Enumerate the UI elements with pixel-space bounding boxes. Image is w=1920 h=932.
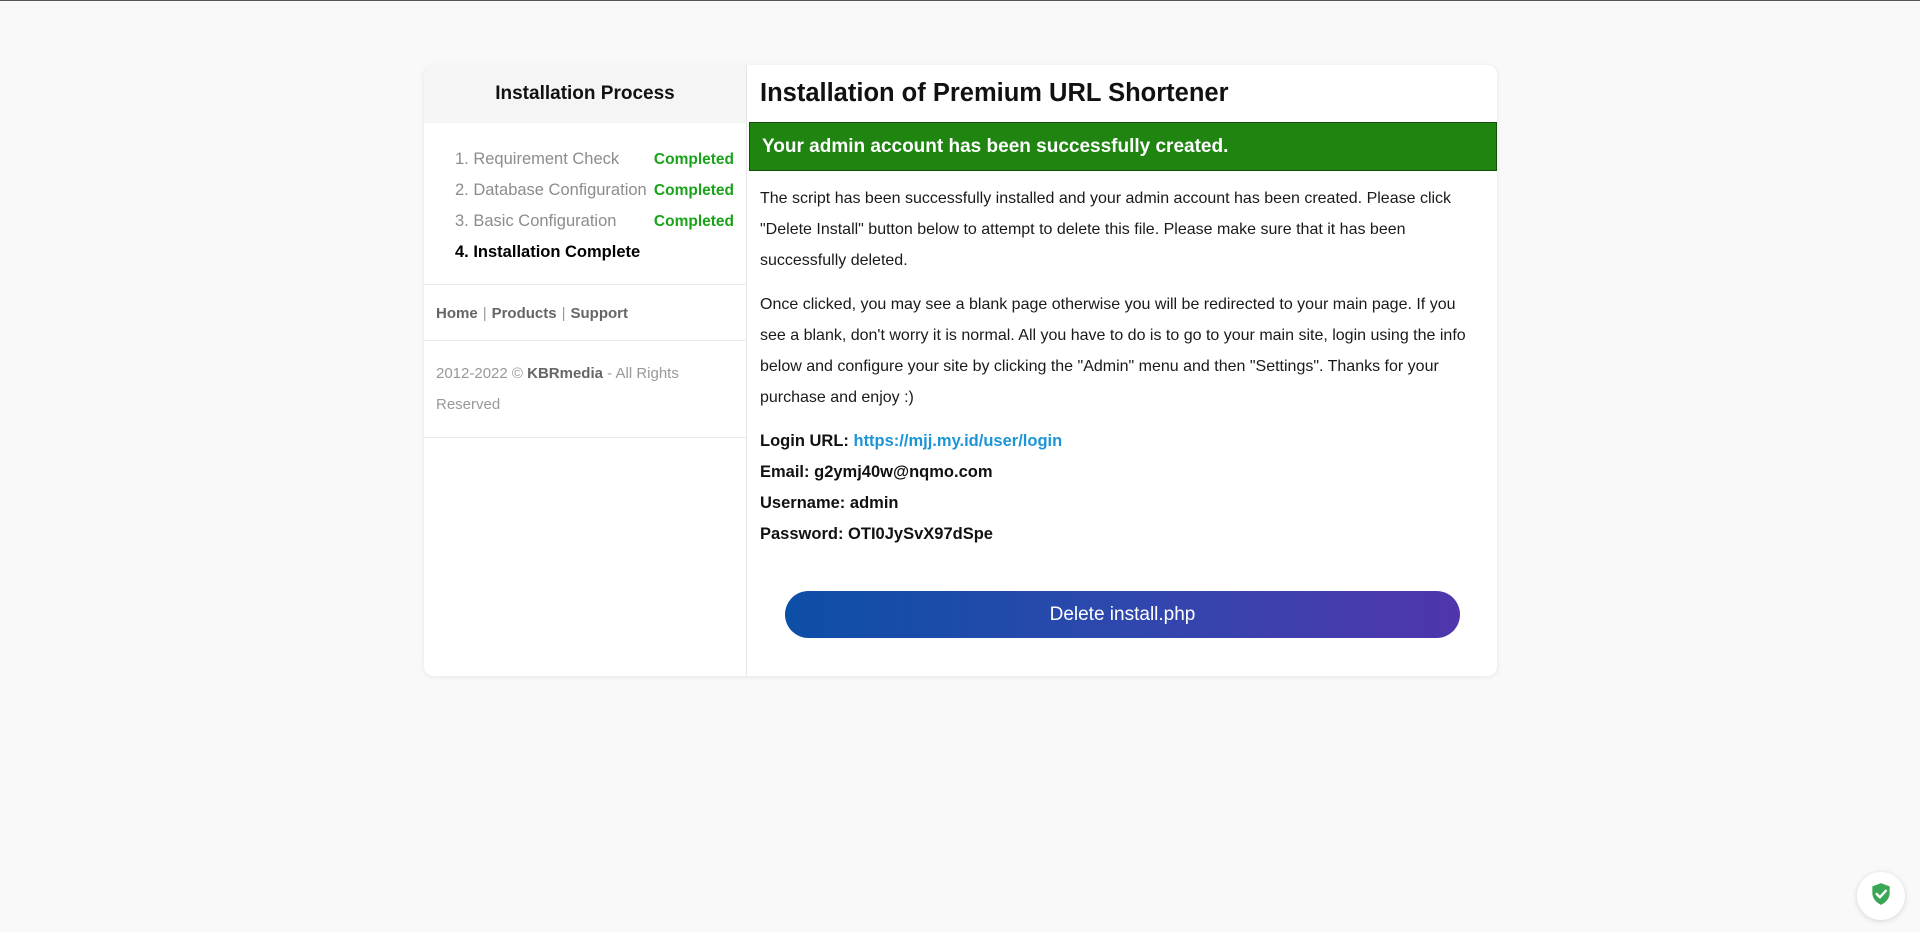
sidebar-links: Home | Products | Support: [424, 285, 746, 341]
step-label: 4. Installation Complete: [455, 243, 641, 261]
username-value: admin: [849, 494, 899, 512]
installer-card: Installation Process 1. Requirement Chec…: [424, 65, 1497, 676]
step-label: 1. Requirement Check: [455, 150, 620, 168]
username-line: Username: admin: [760, 488, 1485, 519]
home-link[interactable]: Home: [436, 305, 478, 322]
success-banner: Your admin account has been successfully…: [749, 122, 1497, 171]
password-line: Password: OTI0JySvX97dSpe: [760, 519, 1485, 550]
sidebar-title: Installation Process: [424, 65, 746, 123]
products-link[interactable]: Products: [492, 305, 557, 322]
step-database-configuration: 2. Database Configuration Completed: [455, 175, 734, 206]
email-label: Email:: [760, 463, 810, 481]
login-url-link[interactable]: https://mjj.my.id/user/login: [853, 432, 1062, 450]
content: The script has been successfully install…: [747, 171, 1497, 550]
step-status: Completed: [653, 150, 734, 168]
link-separator: |: [482, 305, 487, 322]
step-label: 2. Database Configuration: [455, 181, 647, 199]
support-link[interactable]: Support: [571, 305, 629, 322]
password-value: OTI0JySvX97dSpe: [848, 525, 993, 543]
login-url-label: Login URL:: [760, 432, 849, 450]
login-url-line: Login URL: https://mjj.my.id/user/login: [760, 426, 1485, 457]
email-line: Email: g2ymj40w@nqmo.com: [760, 457, 1485, 488]
step-status: Completed: [653, 181, 734, 199]
shield-check-icon: [1868, 881, 1894, 912]
step-label: 3. Basic Configuration: [455, 212, 617, 230]
delete-install-button[interactable]: Delete install.php: [785, 591, 1460, 638]
copyright-footer: 2012-2022 © KBRmedia - All Rights Reserv…: [424, 341, 746, 438]
link-separator: |: [561, 305, 566, 322]
step-basic-configuration: 3. Basic Configuration Completed: [455, 206, 734, 237]
username-label: Username:: [760, 494, 846, 512]
security-badge[interactable]: [1857, 872, 1905, 920]
page-title: Installation of Premium URL Shortener: [760, 79, 1229, 107]
step-requirement-check: 1. Requirement Check Completed: [455, 144, 734, 175]
instructions-paragraph: The script has been successfully install…: [760, 190, 1452, 269]
info-paragraph: Once clicked, you may see a blank page o…: [760, 296, 1466, 406]
step-installation-complete: 4. Installation Complete: [455, 237, 734, 268]
step-status: Completed: [653, 212, 734, 230]
sidebar: Installation Process 1. Requirement Chec…: [424, 65, 747, 676]
steps-list: 1. Requirement Check Completed 2. Databa…: [424, 123, 746, 285]
main-panel: Installation of Premium URL Shortener Yo…: [747, 65, 1497, 676]
email-value: g2ymj40w@nqmo.com: [814, 463, 993, 481]
copyright-years: 2012-2022 ©: [436, 365, 523, 382]
brand-name: KBRmedia: [527, 365, 603, 382]
password-label: Password:: [760, 525, 844, 543]
